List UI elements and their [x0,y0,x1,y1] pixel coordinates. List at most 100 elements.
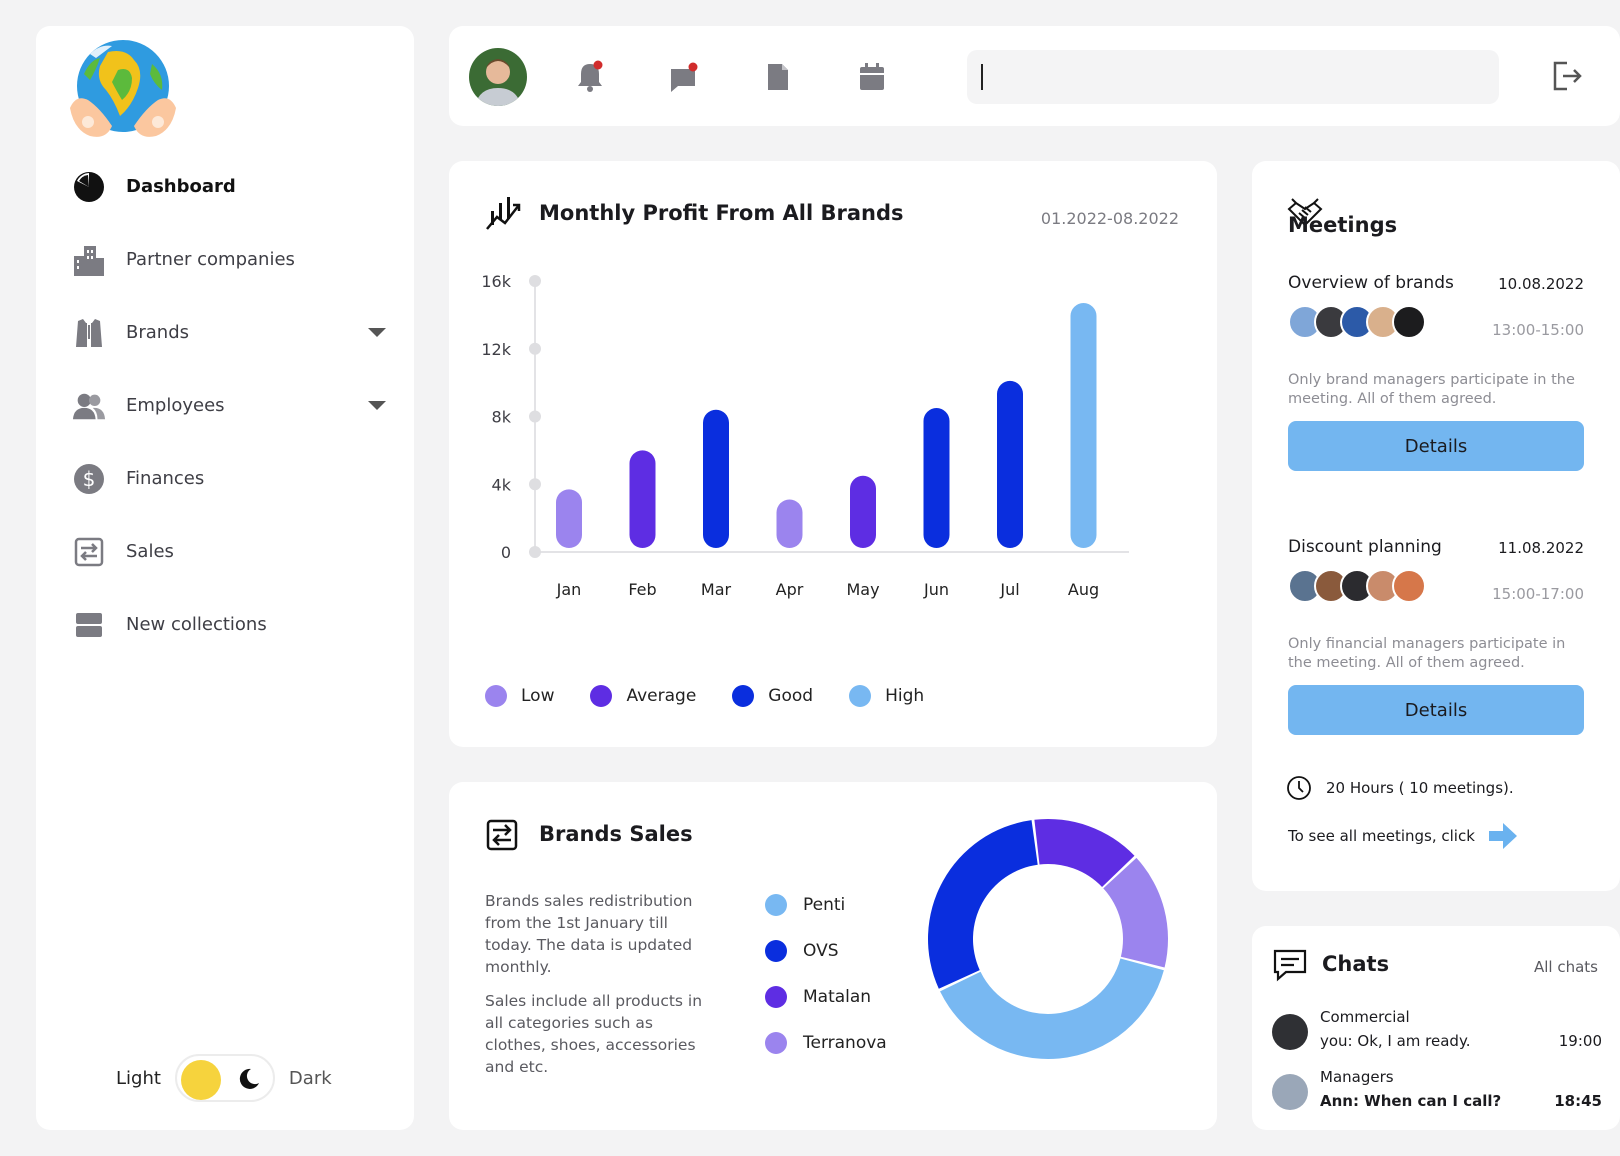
sun-icon [180,1060,221,1100]
chat-icon [1273,949,1307,982]
y-tick-dot [529,410,541,423]
bar [997,380,1023,548]
chat-message: Ann: When can I call? [1320,1092,1502,1110]
legend-dot [765,940,787,962]
meeting-participants [1288,305,1426,339]
chat-row[interactable]: Commercial you: Ok, I am ready. 19:00 [1272,1008,1602,1058]
see-all-meetings-text: To see all meetings, click [1288,827,1475,845]
sidebar-item-employees[interactable]: Employees [72,369,392,442]
sidebar-item-label: Dashboard [126,176,236,197]
chevron-down-icon[interactable] [368,401,386,410]
legend-item-ovs: OVS [765,928,887,974]
sidebar-item-sales[interactable]: Sales [72,515,392,588]
arrow-right-icon[interactable] [1487,821,1519,851]
chart-growth-icon [486,197,521,230]
legend-label: Matalan [803,987,872,1007]
users-icon [72,389,106,423]
y-tick-label: 16k [481,272,511,291]
sidebar-item-label: Partner companies [126,249,295,270]
sales-title: Brands Sales [539,822,693,846]
legend-label: OVS [803,941,839,961]
x-tick-label: May [846,580,879,599]
legend-dot [849,685,872,707]
search-input[interactable] [967,50,1499,104]
chats-title: Chats [1322,952,1390,976]
legend-label: Average [626,686,697,706]
chat-bubble-icon[interactable] [667,60,701,94]
legend-label: Penti [803,895,846,915]
chat-message: you: Ok, I am ready. [1320,1032,1471,1050]
calendar-icon[interactable] [855,60,889,94]
sidebar-nav: Dashboard Partner companies Brands Emplo… [72,150,392,661]
avatar [1392,569,1426,603]
collection-icon [72,608,106,642]
legend-item-penti: Penti [765,882,887,928]
profit-chart: 16k 12k 8k 4k 0 Jan Feb Mar Apr May Jun Jul Aug [481,197,1129,599]
sidebar-item-label: Employees [126,395,225,416]
sales-description: Brands sales redistribution from the 1st… [485,892,693,976]
meeting-time: 15:00-17:00 [1492,585,1584,603]
x-tick-label: Aug [1068,580,1099,599]
bar [629,450,656,548]
all-chats-link[interactable]: All chats [1534,958,1598,976]
profit-date-range: 01.2022-08.2022 [1040,209,1179,228]
legend-item-average: Average [590,685,696,707]
bar [703,409,729,548]
x-tick-label: Mar [701,580,732,599]
chat-time: 18:45 [1554,1092,1602,1110]
x-tick-label: Jul [999,580,1019,599]
legend-item-good: Good [732,685,813,707]
legend-dot [485,685,507,707]
bar [556,489,582,548]
theme-switch: Light Dark [116,1054,332,1102]
legend-label: High [885,686,925,706]
x-tick-label: Jan [556,580,582,599]
buildings-icon [72,243,106,277]
y-tick-dot [529,478,541,491]
logout-icon[interactable] [1549,58,1585,94]
meeting-name: Discount planning [1288,537,1442,557]
bell-icon[interactable] [573,60,607,94]
meeting-name: Overview of brands [1288,273,1454,293]
legend-item-high: High [849,685,924,707]
monthly-profit-card: 16k 12k 8k 4k 0 Jan Feb Mar Apr May Jun Jul Aug Mont… [449,161,1217,747]
chats-card: Chats All chats Commercial you: Ok, I am… [1252,926,1620,1130]
legend-label: Low [521,686,555,706]
bar [1070,303,1097,548]
bar [923,408,950,548]
bar [776,499,803,548]
bar [850,475,876,548]
theme-dark-label: Dark [288,1067,332,1089]
profit-title: Monthly Profit From All Brands [539,201,904,225]
sidebar-item-label: Finances [126,468,205,489]
sidebar-item-finances[interactable]: $ Finances [72,442,392,515]
moon-icon [239,1068,259,1089]
sidebar-item-label: Brands [126,322,189,343]
meetings-title: Meetings [1288,213,1398,237]
user-avatar[interactable] [469,48,527,106]
sidebar-item-dashboard[interactable]: Dashboard [72,150,392,223]
x-tick-label: Apr [776,580,804,599]
legend-item-matalan: Matalan [765,974,887,1020]
legend-item-terranova: Terranova [765,1020,887,1066]
chat-row[interactable]: Managers Ann: When can I call? 18:45 [1272,1068,1602,1118]
theme-light-label: Light [116,1067,161,1089]
globe-hands-logo [70,40,176,137]
clock-icon [1287,776,1311,800]
legend-dot [765,986,787,1008]
document-icon[interactable] [761,60,795,94]
pie-chart-icon [72,170,106,204]
y-tick-label: 8k [492,408,512,427]
chat-name: Commercial [1320,1008,1410,1026]
see-all-meetings-link[interactable]: To see all meetings, click [1288,821,1519,851]
sidebar-item-new-collections[interactable]: New collections [72,588,392,661]
chat-time: 19:00 [1558,1032,1602,1050]
sidebar-item-label: New collections [126,614,267,635]
sidebar-item-brands[interactable]: Brands [72,296,392,369]
sidebar-item-partner-companies[interactable]: Partner companies [72,223,392,296]
meeting-details-button[interactable]: Details [1288,685,1584,735]
meeting-details-button[interactable]: Details [1288,421,1584,471]
chevron-down-icon[interactable] [368,328,386,337]
meeting-note: Only financial managers participate in t… [1288,636,1566,671]
theme-toggle[interactable] [174,1054,275,1102]
